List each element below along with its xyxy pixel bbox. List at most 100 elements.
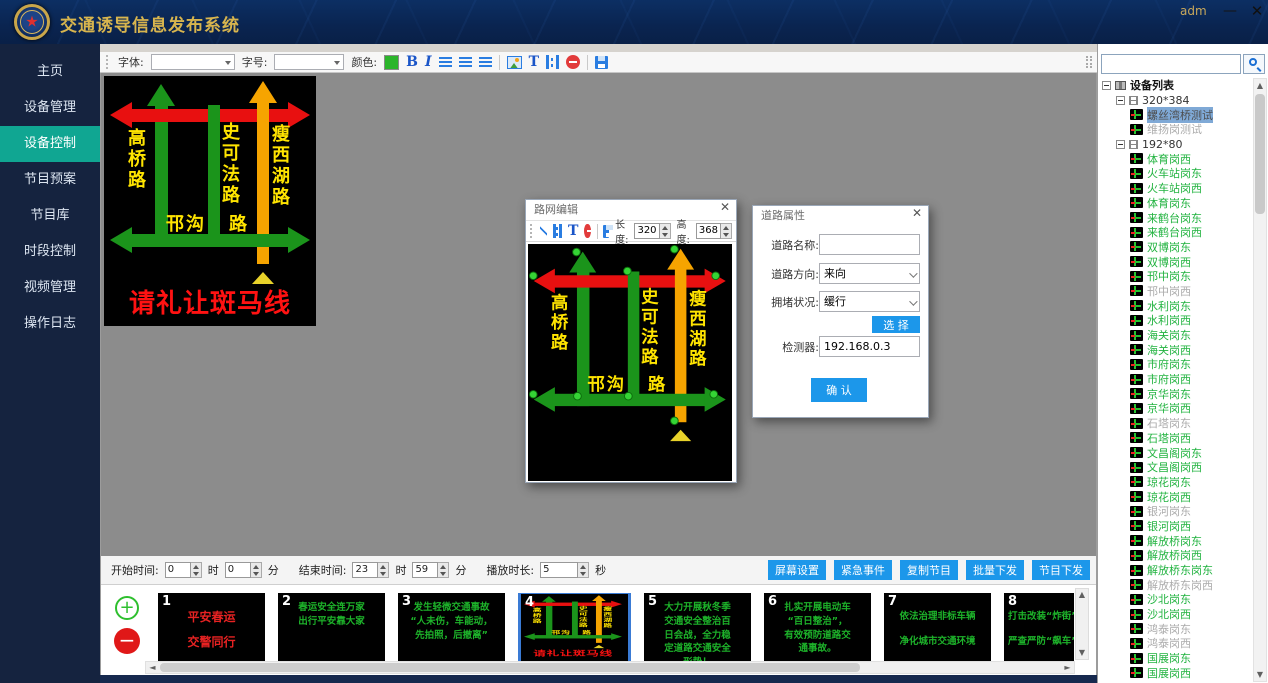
add-program-button[interactable] <box>115 596 139 620</box>
editor-canvas[interactable]: 高桥路 史可法路 瘦西湖路 邗沟 路 <box>528 244 732 481</box>
bold-button[interactable]: B <box>406 54 418 70</box>
dialog-close-button[interactable] <box>912 206 922 220</box>
device-tree-item[interactable]: 邗中岗西 <box>1100 284 1252 299</box>
edit-handle[interactable] <box>711 271 720 280</box>
save-icon[interactable] <box>595 56 608 69</box>
tree-group-192x80[interactable]: 192*80 <box>1100 137 1252 152</box>
align-right-icon[interactable] <box>479 57 492 68</box>
duration-spinner[interactable]: 5 <box>540 562 589 578</box>
device-tree-item[interactable]: 解放桥岗西 <box>1100 548 1252 563</box>
tree-group-320x384[interactable]: 320*384 <box>1100 93 1252 108</box>
text-tool-button[interactable]: T <box>568 223 578 239</box>
edit-handle[interactable] <box>624 392 633 401</box>
delete-icon[interactable] <box>566 55 580 69</box>
edit-handle[interactable] <box>623 267 632 276</box>
align-center-icon[interactable] <box>459 57 472 68</box>
device-tree-item[interactable]: 石塔岗西 <box>1100 431 1252 446</box>
tree-scrollbar[interactable] <box>1253 78 1267 682</box>
device-tree-item[interactable]: 琼花岗西 <box>1100 489 1252 504</box>
device-tree-item[interactable]: 水利岗东 <box>1100 298 1252 313</box>
sidebar-item-device-management[interactable]: 设备管理 <box>0 90 100 126</box>
minimize-button[interactable] <box>1218 0 1242 22</box>
device-tree-item[interactable]: 京华岗西 <box>1100 401 1252 416</box>
road-direction-select[interactable]: 来向 <box>819 263 920 284</box>
edit-handle[interactable] <box>572 248 581 257</box>
device-tree-item[interactable]: 沙北岗西 <box>1100 607 1252 622</box>
edit-handle[interactable] <box>670 417 679 426</box>
device-tree-item[interactable]: 体育岗西 <box>1100 151 1252 166</box>
device-tree-item[interactable]: 国展岗东 <box>1100 651 1252 666</box>
end-minute-spinner[interactable]: 59 <box>412 562 449 578</box>
scroll-up-icon[interactable] <box>1076 589 1088 601</box>
remove-program-button[interactable] <box>114 628 140 654</box>
edit-handle[interactable] <box>709 390 718 399</box>
action-button[interactable]: 批量下发 <box>966 560 1024 580</box>
font-family-select[interactable] <box>151 54 235 70</box>
start-hour-spinner[interactable]: 0 <box>165 562 202 578</box>
action-button[interactable]: 紧急事件 <box>834 560 892 580</box>
vertical-scrollbar[interactable] <box>1075 588 1089 660</box>
scroll-left-icon[interactable] <box>146 662 159 673</box>
end-hour-spinner[interactable]: 23 <box>352 562 389 578</box>
dialog-close-button[interactable] <box>720 200 730 214</box>
device-tree-item[interactable]: 市府岗东 <box>1100 357 1252 372</box>
save-icon[interactable] <box>603 225 609 238</box>
user-name[interactable]: adm <box>1180 4 1207 18</box>
search-button[interactable] <box>1243 54 1265 74</box>
device-tree-item[interactable]: 螺丝湾桥测试 <box>1100 107 1252 122</box>
program-thumbnail[interactable]: 2 春运安全连万家 出行平安靠大家 <box>278 593 385 661</box>
device-tree-item[interactable]: 双博岗东 <box>1100 240 1252 255</box>
sidebar-item-program-library[interactable]: 节目库 <box>0 198 100 234</box>
toolbar-grip[interactable] <box>530 224 532 238</box>
device-tree-item[interactable]: 京华岗东 <box>1100 386 1252 401</box>
device-tree-item[interactable]: 银河岗东 <box>1100 504 1252 519</box>
device-tree-item[interactable]: 石塔岗东 <box>1100 416 1252 431</box>
font-size-select[interactable] <box>274 54 344 70</box>
tree-root[interactable]: 设备列表 <box>1100 78 1252 93</box>
edit-handle[interactable] <box>529 271 538 280</box>
start-minute-spinner[interactable]: 0 <box>225 562 262 578</box>
sidebar-item-program-plan[interactable]: 节目预案 <box>0 162 100 198</box>
edit-handle[interactable] <box>529 390 538 399</box>
congestion-select[interactable]: 缓行 <box>819 291 920 312</box>
edit-handle[interactable] <box>670 245 679 254</box>
device-tree-item[interactable]: 水利岗西 <box>1100 313 1252 328</box>
align-left-icon[interactable] <box>439 57 452 68</box>
select-button[interactable]: 选 择 <box>872 316 920 333</box>
scrollbar-thumb[interactable] <box>1255 94 1265 214</box>
collapse-icon[interactable] <box>1102 81 1111 90</box>
device-tree-item[interactable]: 海关岗西 <box>1100 342 1252 357</box>
device-tree-item[interactable]: 火车站岗西 <box>1100 181 1252 196</box>
scroll-right-icon[interactable] <box>1061 662 1074 673</box>
road-name-input[interactable] <box>819 234 920 255</box>
screen-preview[interactable]: 高桥路 史可法路 瘦西湖路 邗沟 路 请礼让斑马线 <box>104 76 316 326</box>
program-thumbnail-selected[interactable]: 高桥路 史可法路 瘦西湖路 邗沟 路 请礼让斑马线 4 <box>518 593 631 665</box>
program-thumbnail[interactable]: 3 发生轻微交通事故 “人未伤，车能动， 先拍照，后撤离” <box>398 593 505 661</box>
toolbar-overflow-grip[interactable] <box>1086 56 1092 68</box>
device-tree-item[interactable]: 火车站岗东 <box>1100 166 1252 181</box>
toolbar-grip[interactable] <box>106 55 109 69</box>
device-tree-item[interactable]: 银河岗西 <box>1100 519 1252 534</box>
device-tree-item[interactable]: 文昌阁岗东 <box>1100 445 1252 460</box>
device-tree-item[interactable]: 海关岗东 <box>1100 328 1252 343</box>
action-button[interactable]: 屏幕设置 <box>768 560 826 580</box>
sidebar-item-time-control[interactable]: 时段控制 <box>0 234 100 270</box>
device-search-input[interactable] <box>1101 54 1241 74</box>
text-tool-button[interactable]: T <box>529 54 539 70</box>
program-thumbnail[interactable]: 1 平安春运 交警同行 <box>158 593 265 661</box>
sidebar-item-device-control[interactable]: 设备控制 <box>0 126 100 162</box>
action-button[interactable]: 节目下发 <box>1032 560 1090 580</box>
device-tree-item[interactable]: 邗中岗东 <box>1100 269 1252 284</box>
device-tree-item[interactable]: 维扬岗测试 <box>1100 122 1252 137</box>
device-tree-item[interactable]: 鸿泰岗西 <box>1100 636 1252 651</box>
program-thumbnail[interactable]: 8 打击改装“炸街” 严查严防“飙车” <box>1004 593 1074 661</box>
sidebar-item-operation-log[interactable]: 操作日志 <box>0 306 100 342</box>
device-tree-item[interactable]: 沙北岗东 <box>1100 592 1252 607</box>
device-tree-item[interactable]: 来鹤台岗西 <box>1100 225 1252 240</box>
scroll-up-icon[interactable] <box>1254 79 1266 92</box>
insert-image-icon[interactable] <box>507 56 522 69</box>
sidebar-item-video-management[interactable]: 视频管理 <box>0 270 100 306</box>
edit-handle[interactable] <box>573 392 582 401</box>
sidebar-item-home[interactable]: 主页 <box>0 54 100 90</box>
device-tree-item[interactable]: 体育岗东 <box>1100 196 1252 211</box>
